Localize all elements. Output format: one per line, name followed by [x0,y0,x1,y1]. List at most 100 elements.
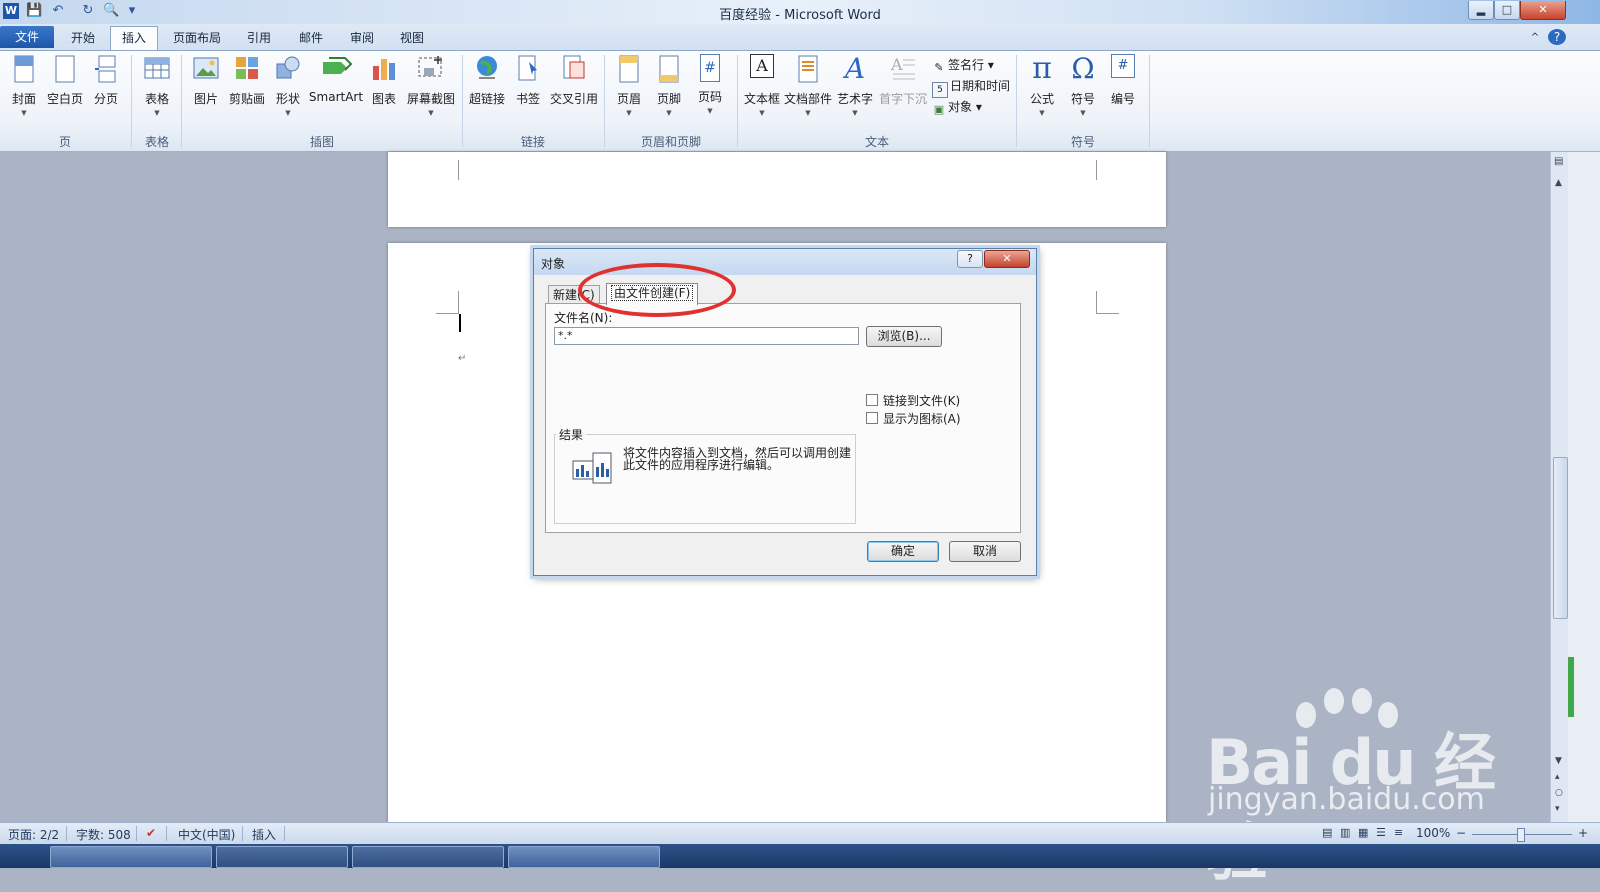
symbol-button[interactable]: Ω 符号 ▼ [1064,54,1102,118]
minimize-button[interactable]: ▂ [1468,1,1494,20]
clipart-icon [232,54,262,84]
zoom-slider-thumb[interactable] [1517,828,1525,842]
file-name-input[interactable]: *.* [554,327,859,345]
cross-reference-button[interactable]: 交叉引用 [548,54,600,107]
result-object-icon [571,451,615,490]
from-file-panel: 文件名(N): *.* 浏览(B)... 链接到文件(K) 显示为图标(A) 将… [545,303,1021,533]
screenshot-icon [416,54,446,84]
page-number-button[interactable]: # 页码 ▼ [690,54,730,115]
pen-icon: ✎ [934,61,944,74]
tab-home[interactable]: 开始 [62,28,104,48]
taskbar-item[interactable] [50,846,212,868]
bookmark-icon [513,54,543,84]
page-count[interactable]: 页面: 2/2 [8,826,59,843]
baidu-jingyan-watermark: Bai du 经验 jingyan.baidu.com [1200,680,1500,889]
numbering-button[interactable]: # 编号 [1104,54,1142,107]
zoom-out-icon[interactable]: − [1456,826,1466,840]
tab-file[interactable]: 文件 [0,26,54,48]
page-break-button[interactable]: 分页 [88,54,124,107]
shapes-button[interactable]: 形状 ▼ [270,54,306,117]
ruler-toggle-icon[interactable]: ▤ [1554,156,1563,167]
file-name-label: 文件名(N): [554,311,613,325]
group-label-illustrations: 插图 [309,135,334,149]
textbox-button[interactable]: A 文本框 ▼ [742,54,782,117]
ok-button[interactable]: 确定 [867,541,939,562]
taskbar-item[interactable] [352,846,504,868]
browse-button[interactable]: 浏览(B)... [866,326,942,347]
insert-mode-indicator[interactable]: 插入 [252,826,276,843]
group-label-header-footer: 页眉和页脚 [640,135,701,149]
screenshot-button[interactable]: 屏幕截图 ▼ [404,54,458,117]
tab-create-from-file[interactable]: 由文件创建(F) [606,283,699,305]
tab-mailings[interactable]: 邮件 [290,28,332,48]
proofing-icon[interactable]: ✔ [146,826,156,840]
hyperlink-button[interactable]: 超链接 [466,54,508,107]
smartart-button[interactable]: SmartArt [308,54,364,104]
bookmark-button[interactable]: 书签 [510,54,546,107]
scroll-thumb[interactable] [1553,457,1568,619]
reading-view-icon[interactable]: ▥ [1340,826,1350,839]
group-label-links: 链接 [520,135,545,149]
side-panel [1568,152,1600,822]
table-icon [142,54,172,84]
tab-references[interactable]: 引用 [238,28,280,48]
scroll-down-icon[interactable]: ▼ [1555,756,1562,766]
tab-review[interactable]: 审阅 [341,28,383,48]
draft-view-icon[interactable]: ≡ [1394,826,1403,839]
quick-parts-icon [793,54,823,84]
title-bar: W 💾 ↶ ↻ 🔍 ▾ 百度经验 - Microsoft Word ▂ □ ✕ [0,0,1600,24]
cancel-button[interactable]: 取消 [949,541,1021,562]
tab-page-layout[interactable]: 页面布局 [168,28,226,48]
blank-page-button[interactable]: 空白页 [44,54,86,107]
outline-view-icon[interactable]: ☰ [1376,826,1386,839]
blank-page-icon [50,54,80,84]
footer-button[interactable]: 页脚 ▼ [650,54,688,117]
signature-line-button[interactable]: ✎ 签名行 ▾ [932,56,993,75]
quick-parts-button[interactable]: 文档部件 ▼ [784,54,832,117]
chart-button[interactable]: 图表 [366,54,402,107]
page-number-icon: # [700,54,720,82]
next-page-icon[interactable]: ▾ [1555,804,1560,814]
zoom-in-icon[interactable]: + [1578,826,1588,840]
taskbar-item[interactable] [508,846,660,868]
wordart-button[interactable]: A 艺术字 ▼ [834,54,876,118]
clipart-button[interactable]: 剪贴画 [226,54,268,107]
window-title: 百度经验 - Microsoft Word [719,8,881,23]
help-icon[interactable]: ? [1548,29,1566,45]
tab-insert[interactable]: 插入 [110,26,158,50]
shapes-icon [273,54,303,84]
taskbar [0,844,1600,868]
date-time-button[interactable]: 5 日期和时间 [932,77,1010,98]
document-page-1[interactable] [388,152,1166,227]
ribbon-insert: 封面 ▼ 空白页 分页 页 表格 ▼ 表格 图片 剪贴画 形状 ▼ SmartArt … [0,51,1600,152]
display-as-icon-checkbox[interactable]: 显示为图标(A) [866,410,961,427]
close-window-button[interactable]: ✕ [1520,1,1566,20]
header-button[interactable]: 页眉 ▼ [610,54,648,117]
zoom-level[interactable]: 100% [1416,826,1450,840]
result-description: 将文件内容插入到文档，然后可以调用创建此文件的应用程序进行编辑。 [623,446,852,472]
vertical-scrollbar[interactable]: ▤ ▲ ▼ ▴ ○ ▾ [1550,152,1569,822]
dialog-help-button[interactable]: ? [957,250,983,268]
picture-button[interactable]: 图片 [188,54,224,107]
scroll-up-icon[interactable]: ▲ [1555,178,1562,188]
object-button[interactable]: ▣ 对象 ▾ [932,98,982,117]
web-layout-view-icon[interactable]: ▦ [1358,826,1368,839]
maximize-button[interactable]: □ [1494,1,1520,20]
side-indicator [1568,657,1574,717]
taskbar-item[interactable] [216,846,348,868]
browse-object-icon[interactable]: ○ [1555,788,1563,798]
word-count[interactable]: 字数: 508 [76,826,131,843]
equation-button[interactable]: π 公式 ▼ [1022,54,1062,118]
dialog-title: 对象 [541,257,566,271]
cover-page-button[interactable]: 封面 ▼ [6,54,42,117]
dropcap-button[interactable]: A 首字下沉 [878,54,928,107]
print-layout-view-icon[interactable]: ▤ [1322,826,1332,839]
tab-view[interactable]: 视图 [391,28,433,48]
language-indicator[interactable]: 中文(中国) [178,826,235,843]
link-to-file-checkbox[interactable]: 链接到文件(K) [866,392,960,409]
dialog-close-button[interactable]: ✕ [984,250,1030,268]
globe-icon [472,54,502,84]
ribbon-collapse-icon[interactable]: ^ [1526,28,1544,48]
table-button[interactable]: 表格 ▼ [138,54,176,117]
previous-page-icon[interactable]: ▴ [1555,772,1560,782]
